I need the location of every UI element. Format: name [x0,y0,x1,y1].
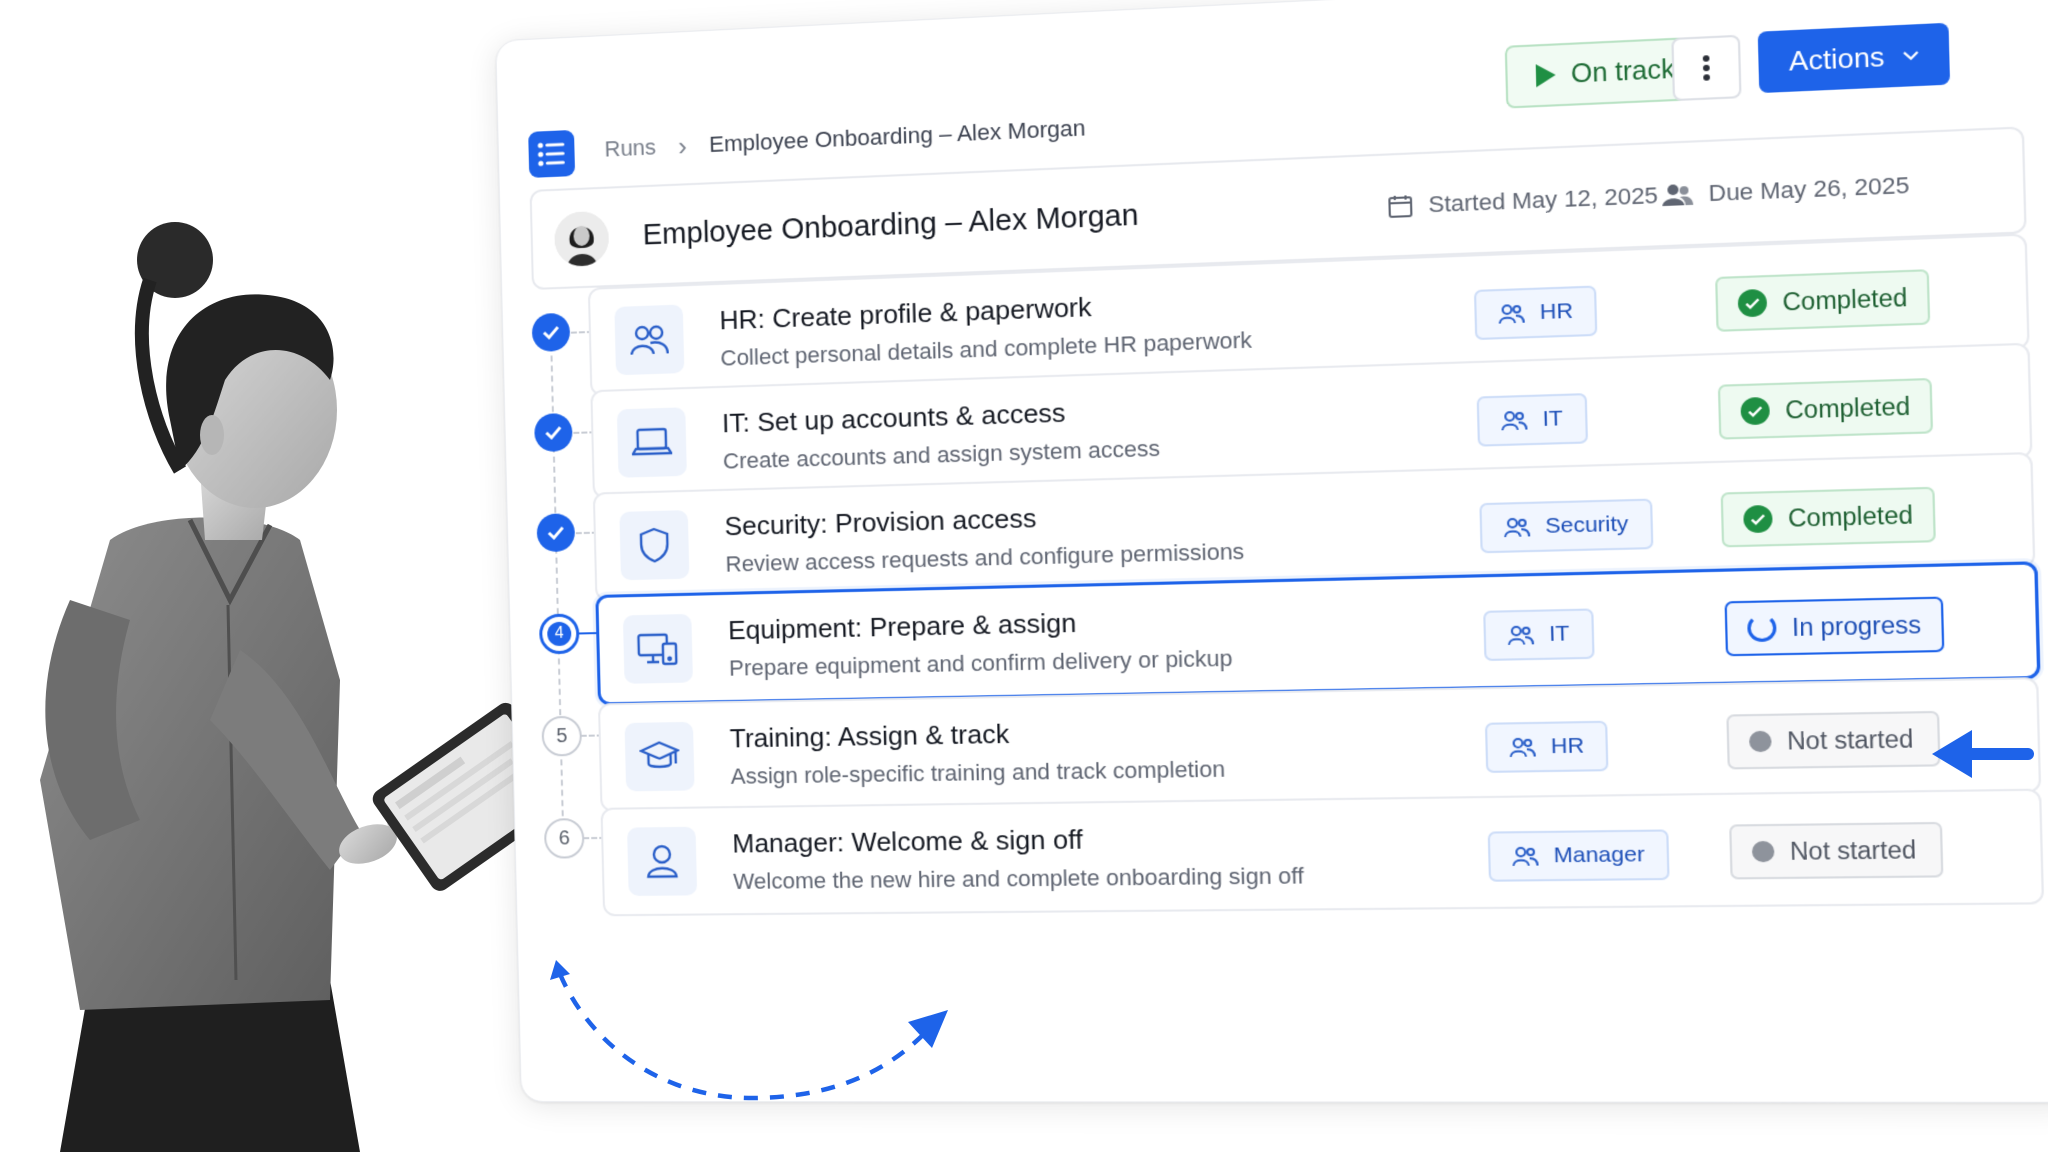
users-icon [614,304,685,376]
step-title: IT: Set up accounts & access [721,397,1066,439]
step-description: Collect personal details and complete HR… [720,326,1253,371]
team-badge[interactable]: Manager [1487,829,1670,882]
breadcrumb: Runs › Employee Onboarding – Alex Morgan [604,115,1086,163]
team-badge[interactable]: IT [1483,608,1595,662]
status-badge[interactable]: Completed [1717,377,1934,440]
step-description: Assign role-specific training and track … [730,756,1226,789]
team-badge[interactable]: HR [1484,720,1609,773]
step-description: Review access requests and configure per… [725,538,1245,577]
status-dot-icon [1751,840,1775,863]
people-icon [1662,184,1694,207]
step-title: HR: Create profile & paperwork [719,291,1092,336]
check-circle-icon [1737,288,1768,318]
check-circle-icon [1743,504,1773,534]
page-title: Employee Onboarding – Alex Morgan [642,199,1139,252]
play-icon [1535,63,1556,88]
user-icon [627,826,698,896]
status-badge[interactable]: Completed [1715,269,1931,332]
step-6-marker: 6 [543,818,585,859]
devices-icon [622,613,693,684]
shield-icon [619,510,690,581]
due-date: Due May 26, 2025 [1662,172,1910,209]
team-icon [1509,737,1536,758]
arrow-left-icon [1932,730,2034,778]
chevron-right-icon: › [677,130,688,162]
graduation-cap-icon [624,721,695,792]
step-title: Manager: Welcome & sign off [731,823,1084,859]
step-row-6[interactable]: Manager: Welcome & sign off Welcome the … [600,788,2045,917]
avatar [554,210,610,268]
spinner-icon [1747,613,1777,643]
step-description: Welcome the new hire and complete onboar… [732,862,1305,895]
start-date: Started May 12, 2025 [1387,182,1658,220]
laptop-icon [616,407,687,478]
calendar-icon [1387,193,1413,219]
actions-label: Actions [1788,40,1885,77]
step-title: Security: Provision access [724,502,1037,542]
team-icon [1501,410,1528,432]
team-icon [1504,516,1531,538]
loop-arrow-icon [550,960,948,1101]
start-date-text: Started May 12, 2025 [1428,182,1659,218]
breadcrumb-runs-link[interactable]: Runs [604,134,656,162]
timeline-connector [550,335,565,847]
step-description: Create accounts and assign system access [722,435,1161,474]
due-date-text: Due May 26, 2025 [1708,171,1910,207]
team-badge[interactable]: HR [1473,285,1598,341]
step-4-marker: 4 [538,613,580,655]
check-circle-icon [1740,396,1771,426]
breadcrumb-current: Employee Onboarding – Alex Morgan [708,114,1086,158]
team-badge[interactable]: Security [1479,498,1654,554]
status-badge[interactable]: In progress [1724,596,1945,657]
team-badge[interactable]: IT [1476,393,1588,447]
status-badge[interactable]: Not started [1729,821,1944,880]
step-1-check-icon [531,312,571,353]
step-title: Equipment: Prepare & assign [727,607,1077,646]
step-3-check-icon [536,513,576,553]
kebab-menu-icon [1702,55,1711,81]
team-icon [1498,303,1525,325]
step-5-marker: 5 [541,715,583,757]
run-status-label: On track [1570,54,1676,89]
chevron-down-icon [1902,50,1918,60]
more-options-button[interactable] [1671,34,1742,102]
team-icon [1507,624,1534,645]
step-description: Prepare equipment and confirm delivery o… [728,645,1233,681]
team-icon [1512,846,1539,867]
step-title: Training: Assign & track [729,718,1010,754]
status-badge[interactable]: Completed [1720,486,1937,548]
status-dot-icon [1748,730,1772,753]
status-badge[interactable]: Not started [1726,710,1941,770]
step-2-check-icon [534,412,573,453]
actions-dropdown-button[interactable]: Actions [1757,22,1951,94]
app-logo-list-icon[interactable] [528,129,576,178]
workflow-run-panel: Runs › Employee Onboarding – Alex Morgan… [495,0,2048,1103]
